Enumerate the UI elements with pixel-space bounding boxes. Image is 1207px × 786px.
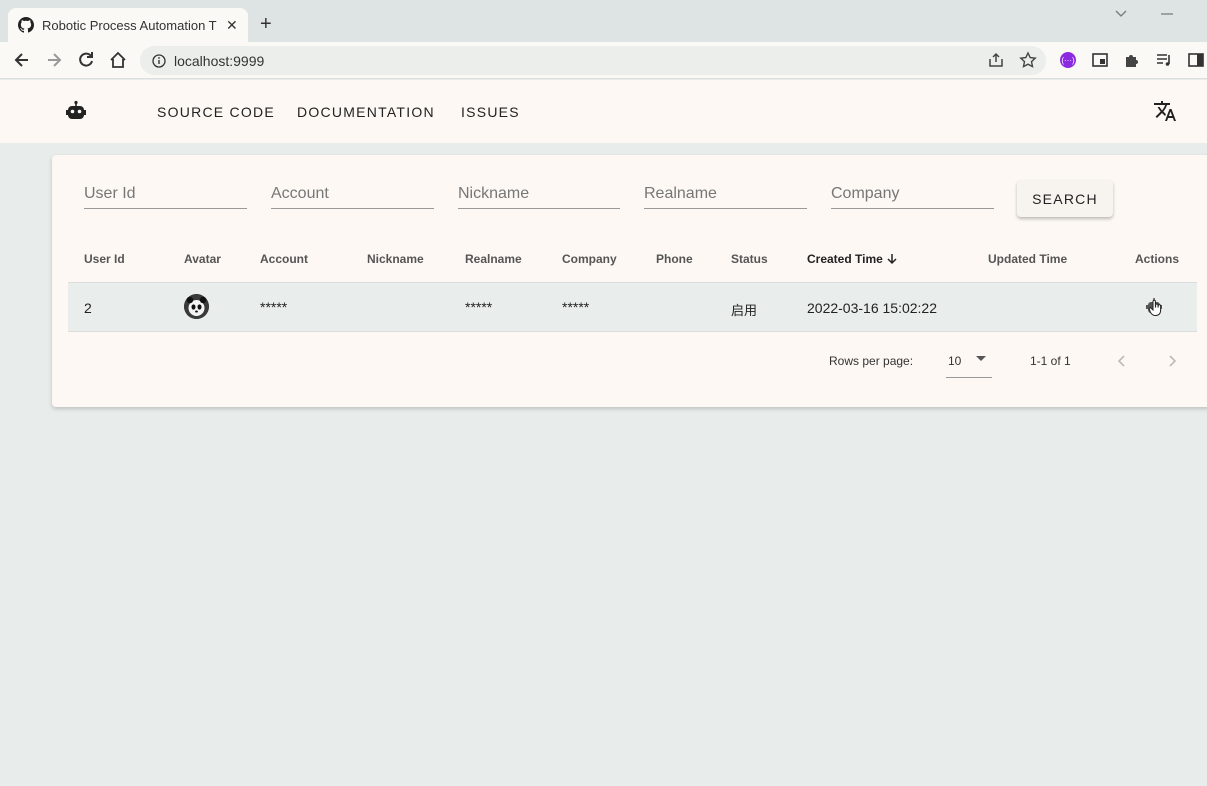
address-url: localhost:9999 xyxy=(174,52,265,69)
header-created-time-label: Created Time xyxy=(807,252,883,266)
user-id-input[interactable] xyxy=(84,185,247,203)
forward-icon[interactable] xyxy=(44,50,64,70)
info-icon[interactable] xyxy=(152,53,166,68)
cell-status: 启用 xyxy=(731,304,758,319)
account-field[interactable] xyxy=(271,185,434,209)
browser-tab-title: Robotic Process Automation T xyxy=(42,17,217,33)
nickname-field[interactable] xyxy=(458,185,620,209)
robot-logo-icon[interactable] xyxy=(64,99,88,123)
cell-realname: ***** xyxy=(465,299,493,315)
user-table-card: SEARCH User Id Avatar Account Nickname R… xyxy=(52,155,1207,407)
user-id-field[interactable] xyxy=(84,185,247,209)
svg-text:(···): (···) xyxy=(1061,56,1075,65)
nickname-input[interactable] xyxy=(458,185,620,203)
address-bar[interactable]: localhost:9999 xyxy=(140,46,1046,75)
sort-descending-icon xyxy=(887,254,897,265)
company-input[interactable] xyxy=(831,185,994,203)
panda-avatar xyxy=(184,294,209,319)
minimize-icon[interactable] xyxy=(1160,12,1174,16)
app-bar: SOURCE CODE DOCUMENTATION ISSUES xyxy=(0,80,1207,143)
home-icon[interactable] xyxy=(108,50,128,70)
rows-per-page-value: 10 xyxy=(948,354,962,368)
rows-per-page-select[interactable]: 10 xyxy=(946,348,992,378)
new-tab-icon[interactable]: + xyxy=(260,14,272,34)
pagination-range: 1-1 of 1 xyxy=(1030,354,1071,368)
panda-icon xyxy=(184,294,209,319)
table-row[interactable] xyxy=(68,282,1197,332)
side-panel-icon[interactable] xyxy=(1187,51,1205,69)
back-icon[interactable] xyxy=(12,50,32,70)
header-status[interactable]: Status xyxy=(731,252,768,266)
nav-source-code[interactable]: SOURCE CODE xyxy=(157,104,275,120)
media-queue-icon[interactable] xyxy=(1155,51,1173,69)
dropdown-arrow-icon xyxy=(976,356,986,361)
next-page-icon[interactable] xyxy=(1162,351,1182,371)
header-company[interactable]: Company xyxy=(562,252,617,266)
header-user-id[interactable]: User Id xyxy=(84,252,125,266)
company-field[interactable] xyxy=(831,185,994,209)
realname-field[interactable] xyxy=(644,185,807,209)
header-phone[interactable]: Phone xyxy=(656,252,693,266)
extension-purple-icon[interactable]: (···) xyxy=(1059,51,1077,69)
close-tab-icon[interactable]: ✕ xyxy=(226,17,238,34)
picture-in-picture-icon[interactable] xyxy=(1091,51,1109,69)
realname-input[interactable] xyxy=(644,185,807,203)
header-created-time[interactable]: Created Time xyxy=(807,252,898,266)
share-icon[interactable] xyxy=(987,51,1005,69)
extensions-puzzle-icon[interactable] xyxy=(1123,51,1141,69)
tab-search-icon[interactable] xyxy=(1114,8,1128,18)
nav-documentation[interactable]: DOCUMENTATION xyxy=(297,104,435,120)
cell-created-time: 2022-03-16 15:02:22 xyxy=(807,300,937,316)
cell-company: ***** xyxy=(562,299,590,315)
cell-user-id: 2 xyxy=(84,300,92,316)
header-updated-time[interactable]: Updated Time xyxy=(988,252,1067,266)
browser-tabstrip: Robotic Process Automation T ✕ + xyxy=(0,0,1207,42)
browser-tab[interactable]: Robotic Process Automation T ✕ xyxy=(8,8,248,42)
header-actions: Actions xyxy=(1135,252,1180,266)
header-nickname[interactable]: Nickname xyxy=(367,252,424,266)
cell-account: ***** xyxy=(260,299,288,315)
github-icon xyxy=(18,17,34,33)
search-button[interactable]: SEARCH xyxy=(1017,180,1113,217)
previous-page-icon[interactable] xyxy=(1112,351,1132,371)
edit-robot-action-icon[interactable] xyxy=(1142,295,1166,319)
header-realname[interactable]: Realname xyxy=(465,252,522,266)
header-account[interactable]: Account xyxy=(260,252,308,266)
rows-per-page-label: Rows per page: xyxy=(829,354,914,368)
browser-toolbar: localhost:9999 (···) xyxy=(0,42,1207,79)
bookmark-star-icon[interactable] xyxy=(1019,51,1037,69)
nav-issues[interactable]: ISSUES xyxy=(461,104,520,120)
translate-icon[interactable] xyxy=(1153,99,1177,123)
reload-icon[interactable] xyxy=(76,50,96,70)
account-input[interactable] xyxy=(271,185,434,203)
header-avatar: Avatar xyxy=(184,252,221,266)
